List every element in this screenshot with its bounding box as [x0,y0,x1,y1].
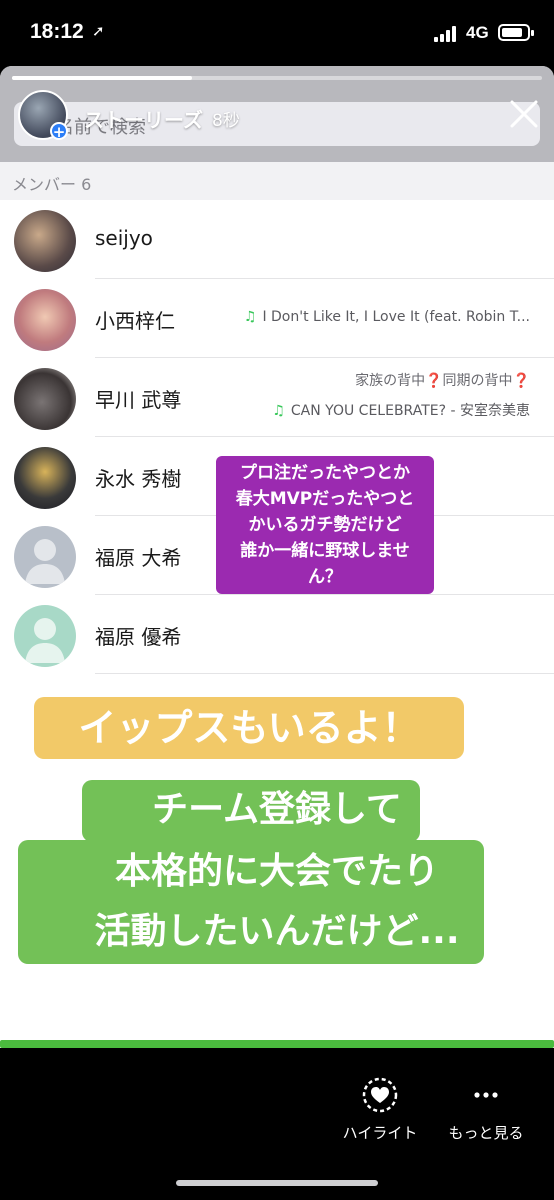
member-name: seijyo [95,226,153,250]
avatar [14,210,76,272]
sheet-header: 名前で検索 + ストーリーズ 8秒 [0,66,554,162]
member-name: 小西梓仁 [95,309,175,333]
member-name: 早川 武尊 [95,388,182,412]
default-avatar-icon [14,526,76,588]
story-actions: ハイライト もっと見る [0,1048,554,1200]
member-name: 永水 秀樹 [95,467,182,491]
member-section-header: メンバー 6 [0,162,554,200]
highlight-label: ハイライト [342,1124,418,1142]
cellular-signal-icon [434,26,460,42]
bottom-accent-bar [0,1040,554,1048]
battery-icon [498,24,534,41]
story-title: ストーリーズ [84,108,203,132]
member-status-message: 家族の背中❓同期の背中❓ [355,373,530,389]
avatar [14,289,76,351]
status-bar: 18:12 ➚ 4G [0,0,554,66]
more-dots-icon [474,1092,498,1098]
network-type: 4G [466,23,489,42]
home-indicator[interactable] [176,1180,378,1186]
green-sticker-line: チーム登録して [152,789,402,830]
sticker-line: 春大MVPだったやつと [235,489,415,509]
sticker-line: プロ注だったやつとか [240,463,410,483]
member-row[interactable]: 早川 武尊 家族の背中❓同期の背中❓ ♫ CAN YOU CELEBRATE? -… [0,358,554,437]
story-progress-track [12,76,542,80]
member-music: ♫ I Don't Like It, I Love It (feat. Robin… [243,309,530,325]
avatar [14,447,76,509]
highlight-heart-icon [362,1077,398,1113]
close-icon[interactable] [506,96,542,132]
sticker-line: 誰か一緒に野球しませ [240,541,410,561]
member-row[interactable]: 小西梓仁 ♫ I Don't Like It, I Love It (feat. … [0,279,554,358]
sticker-line: かいるガチ勢だけど [248,515,402,535]
green-sticker-line: 本格的に大会でたり [114,851,439,892]
member-count-label: メンバー 6 [12,175,92,194]
yellow-text-sticker: イップスもいるよ！ [34,697,464,759]
sticker-line: ん？ [308,567,342,587]
member-name: 福原 大希 [95,546,182,570]
member-name: 福原 優希 [95,625,182,649]
location-arrow-icon: ➚ [92,22,105,40]
story-progress-fill [12,76,193,80]
default-avatar-icon [14,605,76,667]
green-sticker-line: 活動したいんだけど... [94,911,460,952]
music-note-icon: ♫ [272,403,285,419]
member-music: ♫ CAN YOU CELEBRATE? - 安室奈美恵 [272,403,530,419]
music-note-icon: ♫ [243,309,257,325]
story-elapsed: 8秒 [212,111,240,131]
highlight-button[interactable]: ハイライト [340,1076,420,1143]
more-button[interactable]: もっと見る [444,1076,528,1143]
members-sheet: 名前で検索 + ストーリーズ 8秒 メンバー 6 seijyo 小西梓仁 ♫ I … [0,66,554,1048]
purple-text-sticker: プロ注だったやつとか 春大MVPだったやつと かいるガチ勢だけど 誰か一緒に野球… [216,456,434,594]
member-row[interactable]: 福原 優希 [0,595,554,674]
more-label: もっと見る [448,1124,524,1142]
add-story-icon[interactable]: + [50,122,68,140]
clock: 18:12 [30,20,84,43]
member-row[interactable]: seijyo [0,200,554,279]
avatar [14,368,76,430]
